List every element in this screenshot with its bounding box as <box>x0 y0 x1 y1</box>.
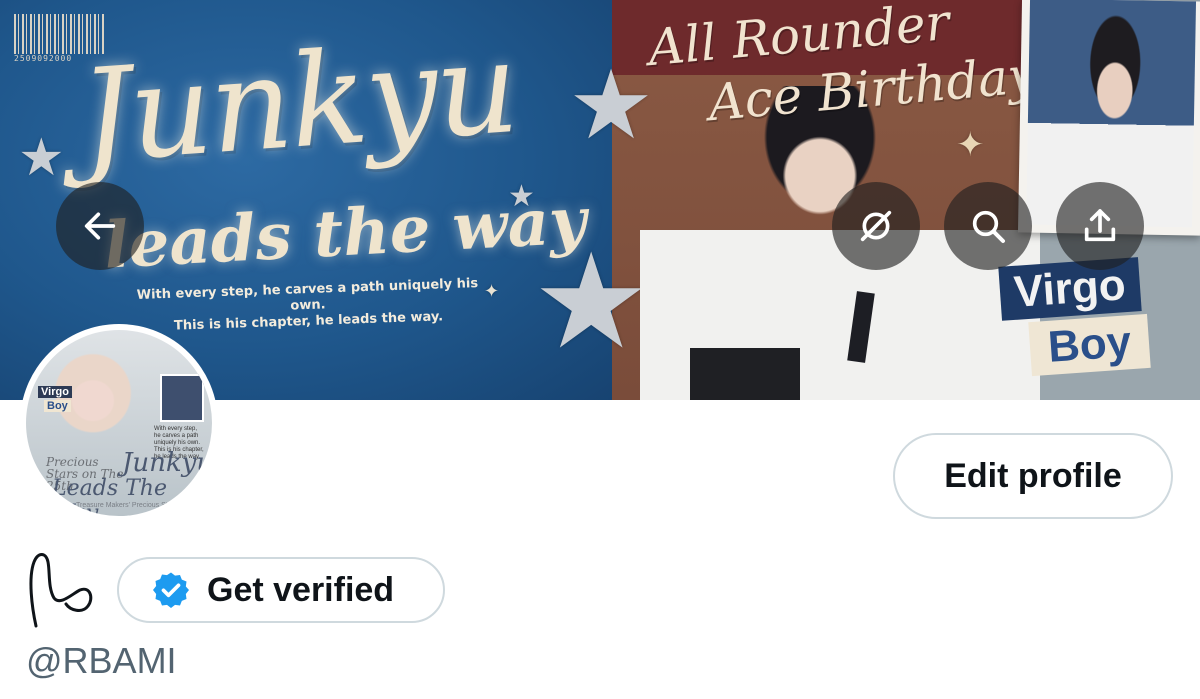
slashed-loop-icon <box>860 210 892 242</box>
avatar-tag-boy: Boy <box>44 400 71 412</box>
media-toggle-button[interactable] <box>832 182 920 270</box>
avatar-inset-photo <box>160 374 204 422</box>
avatar-tag-virgo: Virgo <box>38 386 72 398</box>
edit-profile-button[interactable]: Edit profile <box>893 433 1173 519</box>
get-verified-button[interactable]: Get verified <box>117 557 445 623</box>
profile-avatar[interactable]: Virgo Boy With every step, he carves a p… <box>20 324 218 522</box>
banner-script-title: Junkyu <box>75 12 522 193</box>
arrow-left-icon <box>84 212 116 240</box>
back-button[interactable] <box>56 182 144 270</box>
star-icon: ★ <box>18 129 65 187</box>
search-icon <box>972 210 1005 243</box>
edit-profile-label: Edit profile <box>944 456 1122 495</box>
get-verified-label: Get verified <box>207 570 395 609</box>
user-handle: @RBAMI <box>26 640 177 681</box>
avatar-footer-text: Treasure Makers' Precious Stars <box>76 502 178 509</box>
avatar-image: Virgo Boy With every step, he carves a p… <box>26 330 212 516</box>
banner-badge-virgo: Virgo <box>998 257 1142 321</box>
share-upload-icon <box>1084 209 1116 242</box>
banner-laptop <box>690 348 800 400</box>
search-button[interactable] <box>944 182 1032 270</box>
avatar-script-junkyu: Junkyu <box>122 448 212 478</box>
banner-badge-boy: Boy <box>1028 313 1151 377</box>
share-button[interactable] <box>1056 182 1144 270</box>
avatar-script-leads: Leads The Way <box>52 476 167 516</box>
verified-badge-icon <box>153 572 189 608</box>
display-name-handwritten <box>29 553 93 628</box>
